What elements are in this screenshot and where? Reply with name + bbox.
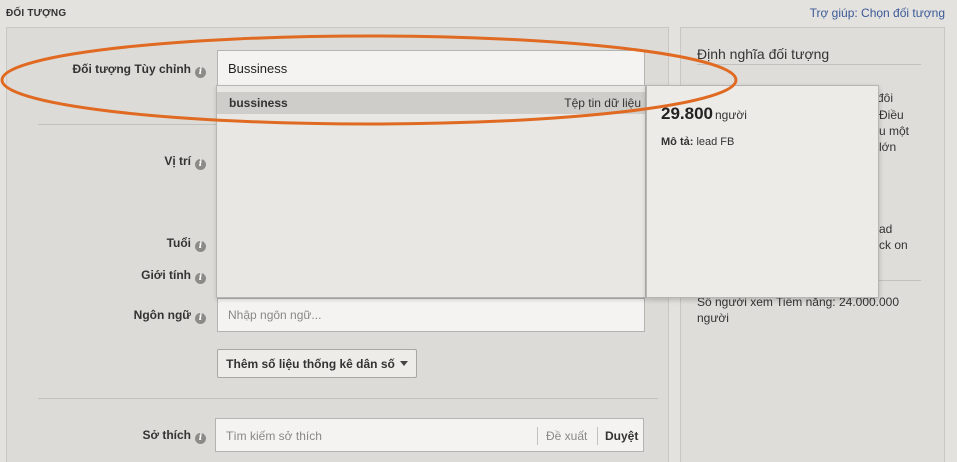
form-divider	[38, 398, 658, 399]
location-label: Vị trí i	[40, 154, 206, 170]
info-icon[interactable]: i	[195, 273, 206, 284]
suggestion-name: bussiness	[229, 96, 288, 110]
interests-placeholder: Tìm kiếm sở thích	[226, 429, 322, 443]
info-icon[interactable]: i	[195, 159, 206, 170]
rp-text-fragment: u một	[879, 124, 910, 138]
info-icon[interactable]: i	[195, 67, 206, 78]
audience-size: 29.800 người	[661, 104, 747, 124]
audience-size-unit: người	[715, 108, 747, 122]
audience-detail-card: 29.800 người Mô tả: lead FB	[646, 85, 879, 298]
suggestion-type: Tệp tin dữ liệu	[564, 96, 641, 110]
info-icon[interactable]: i	[195, 433, 206, 444]
section-title: ĐỐI TƯỢNG	[6, 8, 67, 19]
custom-audience-label: Đối tượng Tùy chỉnh i	[40, 62, 206, 78]
custom-audience-label-text: Đối tượng Tùy chỉnh	[72, 62, 191, 76]
age-label: Tuổi i	[40, 236, 206, 252]
audience-description: Mô tả: lead FB	[661, 136, 734, 148]
language-placeholder: Nhập ngôn ngữ...	[228, 308, 322, 322]
language-label: Ngôn ngữ i	[40, 308, 206, 324]
suggestion-item[interactable]: bussiness Tệp tin dữ liệu	[217, 92, 645, 114]
rp-text-fragment: đôi	[877, 91, 894, 105]
rp-text-fragment: Điều	[879, 108, 904, 122]
language-label-text: Ngôn ngữ	[133, 308, 191, 322]
interests-browse-button[interactable]: Duyệt	[605, 429, 638, 443]
caret-down-icon	[399, 361, 408, 366]
rp-text-fragment: ck on	[879, 238, 908, 252]
age-label-text: Tuổi	[166, 236, 191, 250]
search-separator	[597, 427, 598, 445]
gender-label-text: Giới tính	[141, 268, 191, 282]
rp-divider	[697, 64, 921, 65]
language-input[interactable]: Nhập ngôn ngữ...	[217, 298, 645, 332]
top-bar: ĐỐI TƯỢNG Trợ giúp: Chọn đối tượng	[0, 0, 957, 26]
help-link[interactable]: Trợ giúp: Chọn đối tượng	[810, 6, 945, 20]
potential-reach: Số người xem Tiềm năng: 24.000.000 người	[697, 295, 900, 325]
custom-audience-input[interactable]: Bussiness	[217, 50, 645, 86]
description-value: lead FB	[696, 136, 735, 148]
description-label: Mô tả:	[661, 136, 694, 148]
search-separator	[537, 427, 538, 445]
info-icon[interactable]: i	[195, 313, 206, 324]
rp-text-fragment: lớn	[879, 140, 897, 154]
rp-text-fragment: ad	[879, 222, 893, 236]
custom-audience-value: Bussiness	[228, 60, 288, 76]
form-divider	[38, 124, 218, 125]
info-icon[interactable]: i	[195, 241, 206, 252]
audience-definition-title: Định nghĩa đối tượng	[697, 46, 830, 62]
add-demographics-label: Thêm số liệu thống kê dân số	[226, 356, 395, 371]
interests-label-text: Sở thích	[142, 428, 191, 442]
gender-label: Giới tính i	[40, 268, 206, 284]
audience-suggestions-dropdown: bussiness Tệp tin dữ liệu	[216, 85, 646, 298]
interests-search[interactable]: Tìm kiếm sở thích Đề xuất Duyệt	[215, 418, 644, 452]
add-demographics-button[interactable]: Thêm số liệu thống kê dân số	[217, 349, 417, 378]
interests-label: Sở thích i	[40, 428, 206, 444]
audience-size-value: 29.800	[661, 104, 713, 123]
location-label-text: Vị trí	[164, 154, 191, 168]
interests-suggest-button[interactable]: Đề xuất	[546, 429, 587, 443]
